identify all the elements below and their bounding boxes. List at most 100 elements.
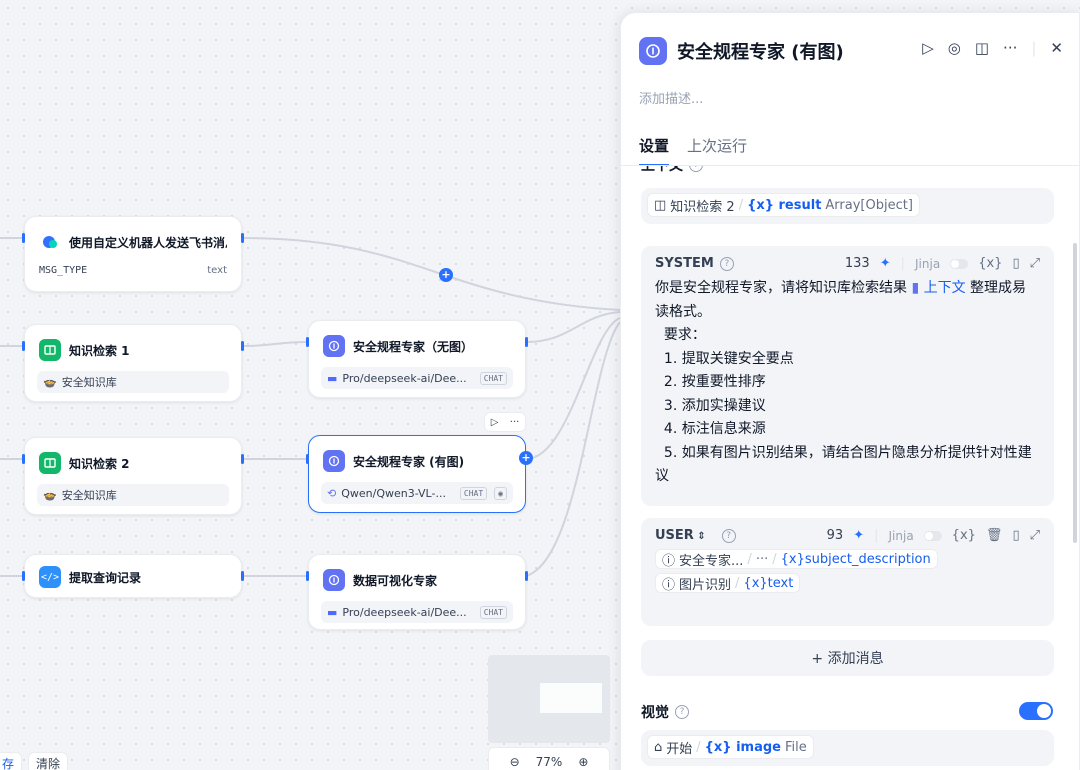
- close-icon[interactable]: ✕: [1050, 39, 1063, 57]
- panel-header: 安全规程专家 (有图): [639, 37, 844, 65]
- var-pill-subject[interactable]: ⓘ 安全专家... / ··· / {x}subject_description: [655, 549, 938, 569]
- help-circle-icon[interactable]: ◎: [948, 39, 961, 57]
- panel-actions: ▷ ◎ ◫ ··· | ✕: [922, 39, 1063, 57]
- book-icon: [39, 452, 61, 474]
- node-llm-2[interactable]: 安全规程专家 (有图) ⟲ Qwen/Qwen3-VL-... CHAT ◉: [308, 435, 526, 513]
- dataset-name: 安全知识库: [61, 489, 117, 502]
- port-out[interactable]: [241, 341, 244, 351]
- llm-icon: [639, 37, 667, 65]
- variable-icon[interactable]: {x}: [978, 256, 1002, 271]
- user-prompt-box[interactable]: USER ⇕ ? 93 ✦ | Jinja {x} 🗑 ▯ ⤢ ⓘ 安全专家..…: [641, 518, 1054, 626]
- port-out[interactable]: [525, 337, 528, 347]
- port-in[interactable]: [22, 233, 25, 243]
- user-prompt-content[interactable]: ⓘ 安全专家... / ··· / {x}subject_description…: [641, 543, 1054, 593]
- save-button[interactable]: 存: [0, 752, 22, 770]
- chevron-updown-icon: ⇕: [693, 531, 706, 542]
- slash: /: [735, 575, 740, 591]
- user-prompt-tools: 93 ✦ | Jinja {x} 🗑 ▯ ⤢: [827, 528, 1040, 543]
- qwen-icon: ⟲: [327, 486, 337, 500]
- sparkle-icon[interactable]: ✦: [853, 528, 864, 543]
- sparkle-icon[interactable]: ✦: [880, 256, 891, 271]
- port-in[interactable]: [22, 571, 25, 581]
- port-out[interactable]: [241, 571, 244, 581]
- jinja-toggle[interactable]: [923, 530, 942, 541]
- system-label: SYSTEM: [655, 256, 714, 271]
- node-feishu-bot[interactable]: 使用自定义机器人发送飞书消息 MSG_TYPE text: [24, 216, 242, 292]
- help-icon[interactable]: ?: [719, 256, 734, 271]
- node-settings-panel: 安全规程专家 (有图) ▷ ◎ ◫ ··· | ✕ 添加描述... 设置 上次运…: [620, 12, 1080, 770]
- pill-node: 安全专家...: [679, 553, 744, 569]
- system-prompt-box[interactable]: SYSTEM ? 133 ✦ | Jinja {x} ▯ ⤢ 你是安全规程专家，…: [641, 246, 1054, 506]
- edge-llm3-out: [525, 321, 621, 577]
- tab-last-run[interactable]: 上次运行: [687, 135, 747, 166]
- run-icon[interactable]: ▷: [922, 39, 934, 57]
- dataset-icon: 🍲: [43, 488, 57, 502]
- home-icon: ⌂: [654, 739, 663, 755]
- var-type: text: [207, 265, 227, 276]
- system-text-part2: 整理成易读格式。 要求： 1. 提取关键安全要点 2. 按重要性排序 3. 添加…: [655, 280, 1032, 484]
- clear-button[interactable]: 清除: [28, 752, 68, 770]
- context-node: 知识检索 2: [670, 199, 735, 215]
- clipboard-icon[interactable]: ▯: [1012, 256, 1019, 271]
- vision-toggle[interactable]: [1019, 702, 1053, 720]
- add-next-node-icon[interactable]: +: [519, 451, 533, 465]
- book-icon: [39, 339, 61, 361]
- description-input[interactable]: 添加描述...: [639, 88, 703, 107]
- port-in[interactable]: [306, 337, 309, 347]
- var-pill-ocr[interactable]: ⓘ 图片识别 / {x}text: [655, 573, 801, 593]
- llm-icon: [323, 569, 345, 591]
- system-prompt-text[interactable]: 你是安全规程专家，请将知识库检索结果 ▮ 上下文 整理成易读格式。 要求： 1.…: [641, 271, 1054, 495]
- vision-var-box[interactable]: ⌂ 开始 / {x} image File: [641, 730, 1054, 766]
- node-code[interactable]: </> 提取查询记录: [24, 554, 242, 598]
- node-llm-1[interactable]: 安全规程专家（无图） ▬ Pro/deepseek-ai/Dee... CHAT: [308, 320, 526, 398]
- node-knowledge-1[interactable]: 知识检索 1 🍲 安全知识库: [24, 324, 242, 402]
- minimap[interactable]: [488, 655, 610, 743]
- workflow-canvas[interactable]: 使用自定义机器人发送飞书消息 MSG_TYPE text + 知识检索 1 🍲 …: [0, 0, 621, 770]
- port-in[interactable]: [22, 341, 25, 351]
- port-out[interactable]: [525, 571, 528, 581]
- user-role-select[interactable]: USER ⇕: [655, 528, 706, 543]
- vision-label: 视觉 ?: [641, 702, 689, 722]
- zoom-in-icon[interactable]: ⊕: [578, 755, 588, 769]
- more-icon[interactable]: ···: [510, 417, 520, 428]
- help-icon[interactable]: ?: [675, 705, 689, 719]
- run-icon[interactable]: ▷: [491, 417, 499, 428]
- port-out[interactable]: [241, 233, 244, 243]
- book-open-icon[interactable]: ◫: [975, 39, 989, 57]
- token-count: 133: [844, 256, 870, 271]
- expand-icon[interactable]: ⤢: [1030, 256, 1040, 271]
- port-in[interactable]: [306, 571, 309, 581]
- edge-llm2-out: [525, 317, 621, 460]
- system-text-part1: 你是安全规程专家，请将知识库检索结果: [655, 280, 912, 296]
- add-message-button[interactable]: + 添加消息: [641, 640, 1054, 676]
- add-node-icon[interactable]: +: [439, 268, 453, 282]
- node-title: 数据可视化专家: [353, 573, 438, 588]
- context-box[interactable]: ◫ 知识检索 2 / {x} result Array[Object]: [641, 188, 1054, 224]
- variable-icon[interactable]: {x}: [952, 528, 976, 543]
- tab-settings[interactable]: 设置: [639, 135, 670, 166]
- pill-var: {x}subject_description: [780, 551, 931, 567]
- more-icon[interactable]: ···: [1003, 39, 1017, 57]
- edge-kn1-llm1: [241, 341, 309, 347]
- node-knowledge-2[interactable]: 知识检索 2 🍲 安全知识库: [24, 437, 242, 515]
- zoom-control: ⊖ 77% ⊕: [488, 747, 610, 770]
- clipboard-icon[interactable]: ▯: [1012, 528, 1019, 543]
- port-out[interactable]: [241, 454, 244, 464]
- vision-var-pill[interactable]: ⌂ 开始 / {x} image File: [647, 735, 814, 759]
- help-icon[interactable]: ?: [721, 528, 736, 543]
- node-toolbar: ▷ ···: [484, 412, 526, 432]
- context-var-pill[interactable]: ◫ 知识检索 2 / {x} result Array[Object]: [647, 193, 920, 217]
- port-in[interactable]: [22, 454, 25, 464]
- jinja-toggle[interactable]: [950, 258, 969, 269]
- edge-llm1-out: [525, 311, 621, 343]
- expand-icon[interactable]: ⤢: [1030, 528, 1040, 543]
- node-title: 知识检索 1: [69, 343, 130, 358]
- trash-icon[interactable]: 🗑: [986, 528, 1003, 543]
- vision-node: 开始: [666, 741, 693, 757]
- panel-scrollbar[interactable]: [1073, 243, 1077, 543]
- port-in[interactable]: [306, 454, 309, 464]
- panel-title[interactable]: 安全规程专家 (有图): [677, 38, 844, 64]
- mode-chip: CHAT: [479, 605, 507, 619]
- node-llm-3[interactable]: 数据可视化专家 ▬ Pro/deepseek-ai/Dee... CHAT: [308, 554, 526, 630]
- zoom-out-icon[interactable]: ⊖: [510, 755, 520, 769]
